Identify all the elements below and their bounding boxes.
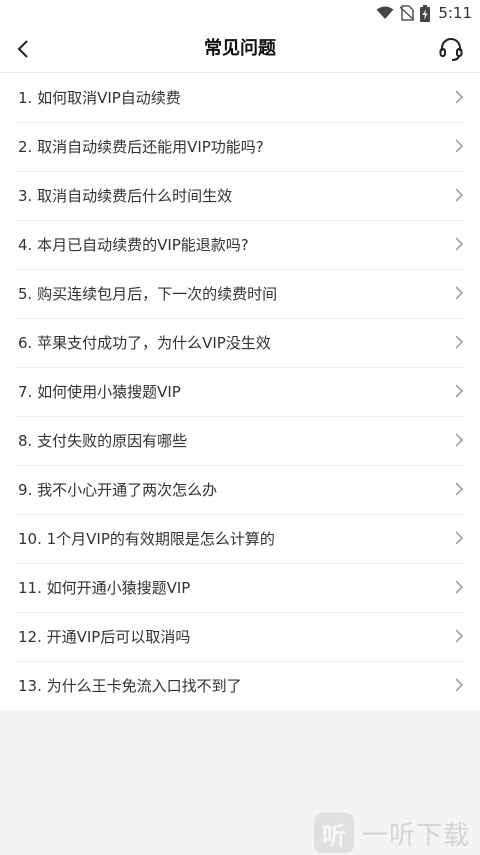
faq-item[interactable]: 8. 支付失败的原因有哪些 <box>0 416 480 465</box>
divider <box>16 122 464 123</box>
battery-charging-icon <box>420 4 431 22</box>
faq-item[interactable]: 5. 购买连续包月后，下一次的续费时间 <box>0 269 480 318</box>
chevron-right-icon <box>455 678 464 692</box>
faq-item[interactable]: 12. 开通VIP后可以取消吗 <box>0 612 480 661</box>
customer-service-headset-icon[interactable] <box>438 36 464 62</box>
chevron-right-icon <box>455 286 464 300</box>
faq-item[interactable]: 6. 苹果支付成功了，为什么VIP没生效 <box>0 318 480 367</box>
divider <box>16 416 464 417</box>
faq-item[interactable]: 10. 1个月VIP的有效期限是怎么计算的 <box>0 514 480 563</box>
faq-item-label: 2. 取消自动续费后还能用VIP功能吗? <box>18 138 264 156</box>
watermark: 听 一听下载 <box>314 811 480 855</box>
faq-item-label: 4. 本月已自动续费的VIP能退款吗? <box>18 236 249 254</box>
faq-item[interactable]: 13. 为什么王卡免流入口找不到了 <box>0 661 480 710</box>
chevron-right-icon <box>455 90 464 104</box>
page-title: 常见问题 <box>204 38 276 59</box>
faq-item-label: 12. 开通VIP后可以取消吗 <box>18 628 191 646</box>
divider <box>16 318 464 319</box>
divider <box>16 563 464 564</box>
divider <box>16 465 464 466</box>
chevron-right-icon <box>455 629 464 643</box>
faq-item[interactable]: 1. 如何取消VIP自动续费 <box>0 73 480 122</box>
chevron-right-icon <box>455 482 464 496</box>
faq-item[interactable]: 4. 本月已自动续费的VIP能退款吗? <box>0 220 480 269</box>
faq-item-label: 10. 1个月VIP的有效期限是怎么计算的 <box>18 530 275 548</box>
divider <box>16 514 464 515</box>
watermark-text: 一听下载 <box>362 820 471 851</box>
faq-item-label: 1. 如何取消VIP自动续费 <box>18 89 181 107</box>
divider <box>16 367 464 368</box>
divider <box>16 171 464 172</box>
chevron-right-icon <box>455 237 464 251</box>
divider <box>16 220 464 221</box>
chevron-right-icon <box>455 139 464 153</box>
app-bar: 常见问题 <box>0 26 480 73</box>
faq-item[interactable]: 7. 如何使用小猿搜题VIP <box>0 367 480 416</box>
divider <box>16 612 464 613</box>
faq-item-label: 6. 苹果支付成功了，为什么VIP没生效 <box>18 334 271 352</box>
faq-item[interactable]: 2. 取消自动续费后还能用VIP功能吗? <box>0 122 480 171</box>
chevron-right-icon <box>455 580 464 594</box>
wifi-icon <box>376 6 394 19</box>
no-sim-icon <box>400 5 415 21</box>
faq-item-label: 9. 我不小心开通了两次怎么办 <box>18 481 218 499</box>
faq-item[interactable]: 11. 如何开通小猿搜题VIP <box>0 563 480 612</box>
chevron-right-icon <box>455 188 464 202</box>
faq-item[interactable]: 3. 取消自动续费后什么时间生效 <box>0 171 480 220</box>
status-bar: 5:11 <box>0 0 480 26</box>
chevron-right-icon <box>455 531 464 545</box>
faq-item-label: 3. 取消自动续费后什么时间生效 <box>18 187 233 205</box>
faq-item-label: 7. 如何使用小猿搜题VIP <box>18 383 181 401</box>
status-time: 5:11 <box>438 4 472 22</box>
watermark-logo: 听 <box>314 813 354 853</box>
divider <box>16 661 464 662</box>
faq-item-label: 11. 如何开通小猿搜题VIP <box>18 579 191 597</box>
faq-item-label: 8. 支付失败的原因有哪些 <box>18 432 188 450</box>
faq-item-label: 5. 购买连续包月后，下一次的续费时间 <box>18 285 278 303</box>
chevron-right-icon <box>455 384 464 398</box>
faq-item-label: 13. 为什么王卡免流入口找不到了 <box>18 677 242 695</box>
divider <box>16 269 464 270</box>
faq-item[interactable]: 9. 我不小心开通了两次怎么办 <box>0 465 480 514</box>
chevron-right-icon <box>455 433 464 447</box>
status-icons: 5:11 <box>376 3 472 23</box>
chevron-right-icon <box>455 335 464 349</box>
faq-list: 1. 如何取消VIP自动续费 2. 取消自动续费后还能用VIP功能吗? 3. 取… <box>0 73 480 710</box>
